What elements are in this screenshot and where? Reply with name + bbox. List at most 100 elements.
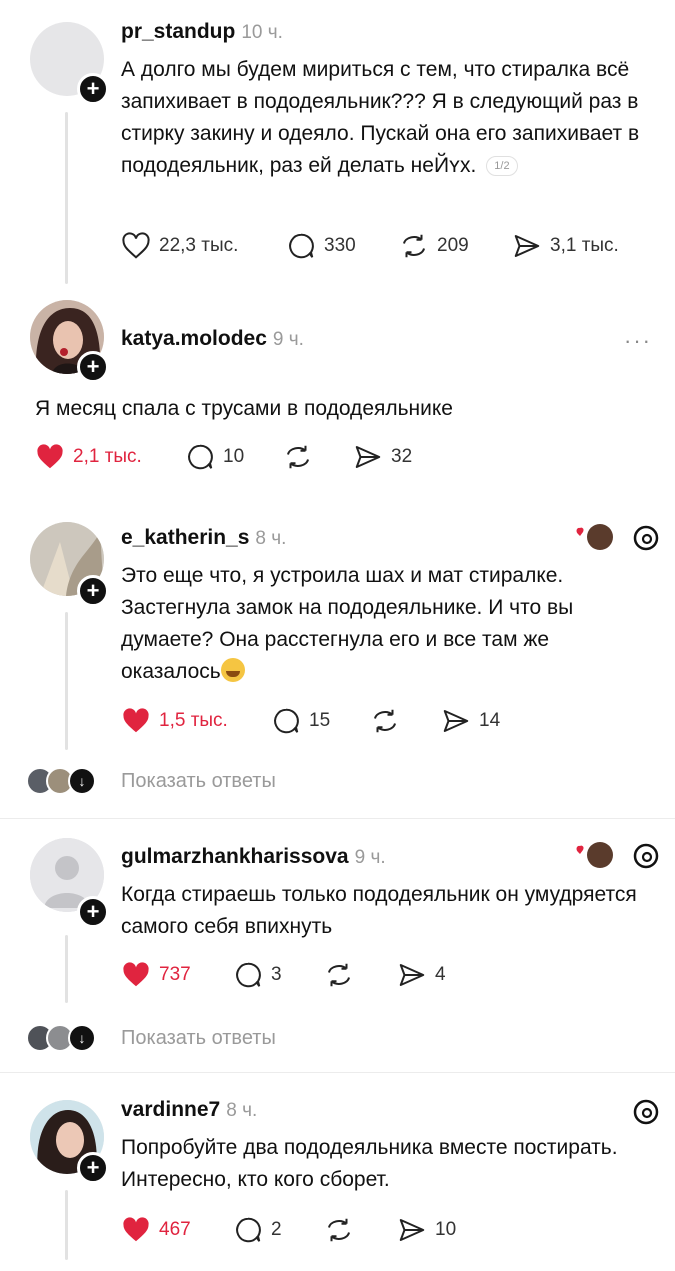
- repost-icon: [328, 1218, 350, 1242]
- thread-line: [65, 1190, 68, 1260]
- post-3: + e_katherin_s 8 ч. Это еще что, я устрои…: [0, 510, 675, 810]
- comment-button[interactable]: 2: [233, 1215, 282, 1245]
- chevron-down-icon[interactable]: ↓: [68, 767, 96, 795]
- like-count: 467: [159, 1219, 191, 1240]
- share-icon: [399, 964, 425, 986]
- repost-button[interactable]: [370, 706, 408, 736]
- share-count: 4: [435, 964, 446, 985]
- divider: [0, 1072, 675, 1073]
- show-replies-row[interactable]: ↓ Показать ответы: [26, 1022, 346, 1056]
- share-count: 3,1 тыс.: [550, 235, 619, 256]
- like-count: 22,3 тыс.: [159, 235, 239, 256]
- username[interactable]: pr_standup: [121, 20, 235, 43]
- repost-button[interactable]: [283, 442, 321, 472]
- show-replies-label[interactable]: Показать ответы: [121, 770, 276, 793]
- like-button[interactable]: 2,1 тыс.: [35, 442, 142, 472]
- share-button[interactable]: 4: [397, 960, 446, 990]
- share-button[interactable]: 3,1 тыс.: [512, 231, 619, 261]
- like-count: 737: [159, 964, 191, 985]
- repost-button[interactable]: [324, 1215, 362, 1245]
- follow-plus-icon[interactable]: +: [77, 73, 109, 105]
- action-bar: 2,1 тыс. 10 32: [35, 442, 635, 472]
- share-count: 10: [435, 1219, 457, 1240]
- threads-logo-icon: [633, 1099, 659, 1125]
- post-body: Это еще что, я устроила шах и мат стирал…: [121, 564, 574, 683]
- post-header: pr_standup 10 ч.: [121, 20, 283, 44]
- username[interactable]: vardinne7: [121, 1098, 220, 1121]
- like-button[interactable]: 22,3 тыс.: [121, 231, 238, 261]
- liked-by-author: [574, 840, 664, 872]
- post-header: katya.molodec 9 ч.: [121, 327, 304, 351]
- username[interactable]: katya.molodec: [121, 327, 267, 350]
- timestamp: 9 ч.: [272, 329, 304, 350]
- post-text: Это еще что, я устроила шах и мат стирал…: [121, 560, 651, 688]
- timestamp: 10 ч.: [241, 22, 283, 43]
- heart-icon: [123, 962, 149, 987]
- heart-icon: [123, 708, 149, 733]
- like-button[interactable]: 1,5 тыс.: [121, 706, 228, 736]
- repost-count: 209: [437, 235, 469, 256]
- follow-plus-icon[interactable]: +: [77, 351, 109, 383]
- like-count: 2,1 тыс.: [73, 446, 142, 467]
- post-2: + katya.molodec 9 ч. ··· Я месяц спала с …: [0, 290, 675, 490]
- post-1: + pr_standup 10 ч. А долго мы будем мирит…: [0, 0, 675, 300]
- action-bar: 1,5 тыс. 15 14: [121, 706, 621, 736]
- post-body: А долго мы будем мириться с тем, что сти…: [121, 58, 640, 177]
- post-header: vardinne7 8 ч.: [121, 1098, 257, 1122]
- comment-icon: [236, 1217, 261, 1243]
- follow-plus-icon[interactable]: +: [77, 575, 109, 607]
- comment-icon: [274, 708, 299, 734]
- share-icon: [399, 1219, 425, 1241]
- follow-plus-icon[interactable]: +: [77, 1152, 109, 1184]
- action-bar: 22,3 тыс. 330 209 3,1 тыс.: [121, 231, 661, 261]
- username[interactable]: e_katherin_s: [121, 526, 249, 549]
- repost-icon: [374, 709, 396, 733]
- action-bar: 467 2 10: [121, 1215, 521, 1245]
- post-body: Когда стираешь только пододеяльник он ум…: [121, 883, 637, 938]
- show-replies-row[interactable]: ↓ Показать ответы: [26, 765, 346, 799]
- comment-count: 15: [309, 710, 331, 731]
- repost-icon: [403, 234, 425, 258]
- timestamp: 8 ч.: [226, 1100, 258, 1121]
- comment-icon: [289, 233, 314, 259]
- heart-icon: [122, 232, 150, 259]
- action-bar: 737 3 4: [121, 960, 521, 990]
- follow-plus-icon[interactable]: +: [77, 896, 109, 928]
- post-header: e_katherin_s 8 ч.: [121, 526, 286, 550]
- post-5: + vardinne7 8 ч. Попробуйте два пододеяль…: [0, 1074, 675, 1271]
- post-4: + gulmarzhankharissova 9 ч. Когда стираеш…: [0, 820, 675, 1070]
- comment-button[interactable]: 15: [271, 706, 330, 736]
- post-text: Когда стираешь только пододеяльник он ум…: [121, 879, 641, 943]
- comment-button[interactable]: 330: [286, 231, 356, 261]
- share-button[interactable]: 14: [441, 706, 500, 736]
- share-button[interactable]: 32: [353, 442, 412, 472]
- show-replies-label[interactable]: Показать ответы: [121, 1027, 276, 1050]
- repost-button[interactable]: [324, 960, 362, 990]
- threads-badge: [632, 1096, 662, 1128]
- share-icon: [355, 446, 381, 468]
- liked-by-avatar-icon: [576, 842, 613, 868]
- comment-button[interactable]: 3: [233, 960, 282, 990]
- comment-button[interactable]: 10: [185, 442, 244, 472]
- comment-icon: [188, 444, 213, 470]
- share-button[interactable]: 10: [397, 1215, 456, 1245]
- timestamp: 8 ч.: [255, 528, 287, 549]
- divider: [0, 818, 675, 819]
- chevron-down-icon[interactable]: ↓: [68, 1024, 96, 1052]
- repost-button[interactable]: 209: [399, 231, 469, 261]
- like-count: 1,5 тыс.: [159, 710, 228, 731]
- post-text: А долго мы будем мириться с тем, что сти…: [121, 54, 661, 182]
- repost-icon: [328, 963, 350, 987]
- thread-line: [65, 112, 68, 284]
- like-button[interactable]: 737: [121, 960, 191, 990]
- like-button[interactable]: 467: [121, 1215, 191, 1245]
- heart-icon: [37, 444, 63, 469]
- repost-icon: [287, 445, 309, 469]
- post-text: Попробуйте два пододеяльника вместе пост…: [121, 1132, 641, 1196]
- more-icon[interactable]: ···: [624, 328, 652, 354]
- share-count: 14: [479, 710, 501, 731]
- thread-line: [65, 935, 68, 1003]
- username[interactable]: gulmarzhankharissova: [121, 845, 349, 868]
- share-icon: [443, 710, 469, 732]
- comment-count: 2: [271, 1219, 282, 1240]
